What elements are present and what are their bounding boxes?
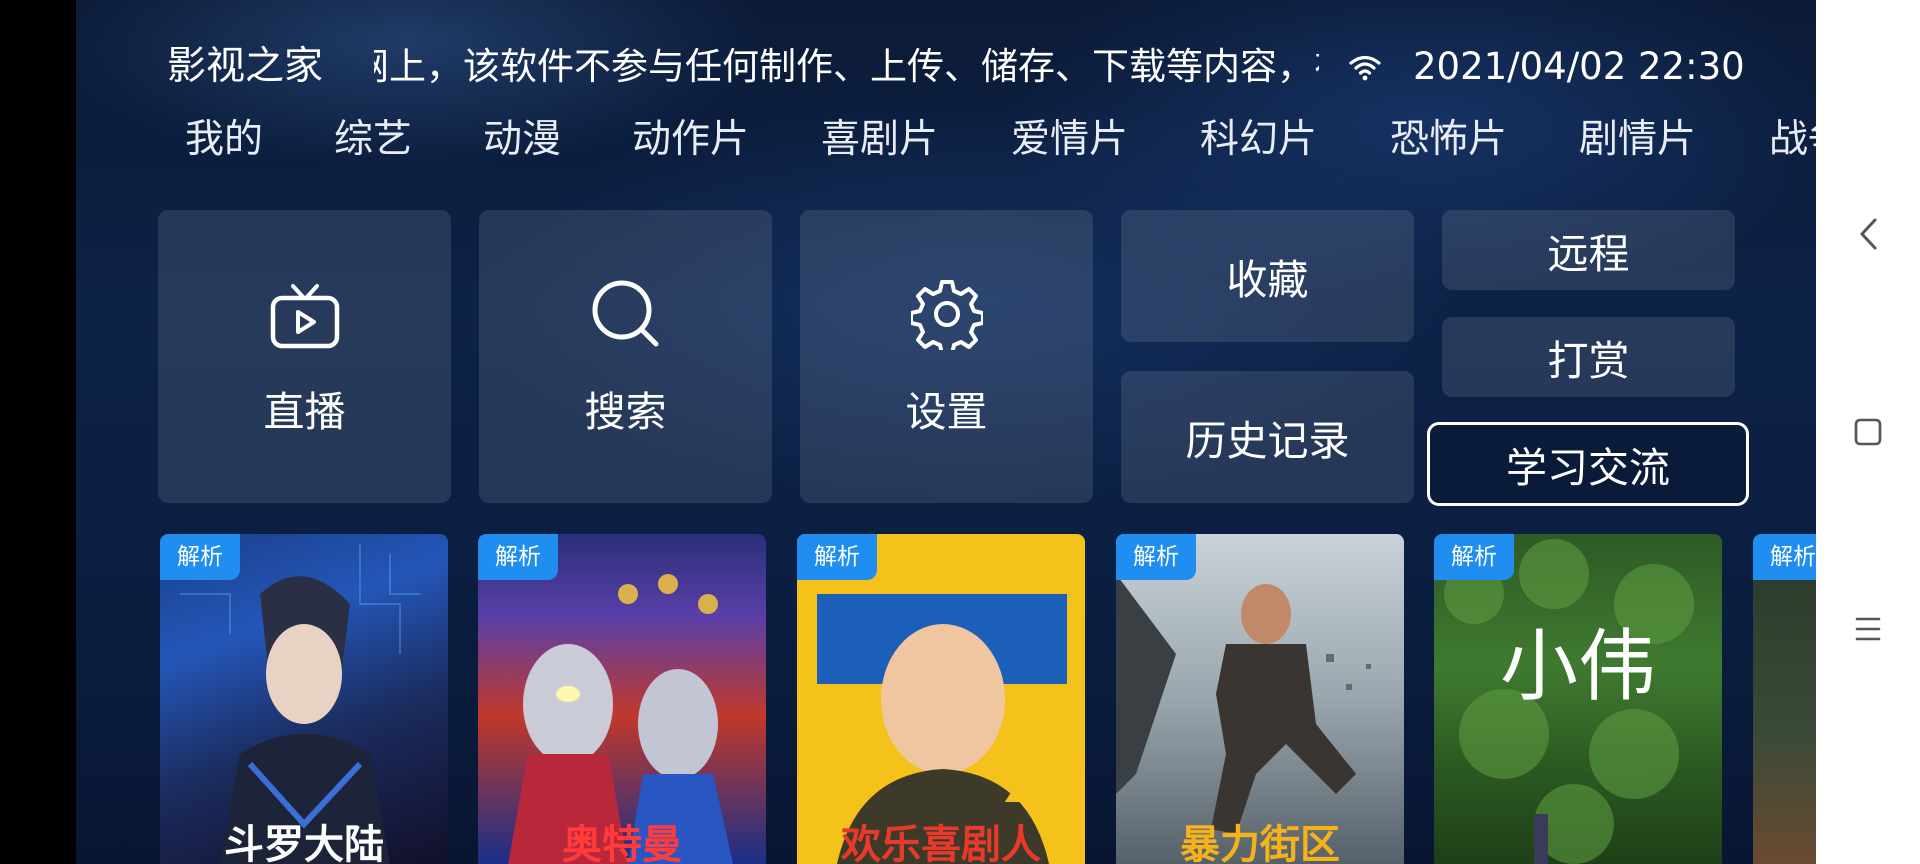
settings-tile[interactable]: 设置 — [800, 210, 1093, 503]
search-label: 搜索 — [584, 388, 667, 436]
community-tile[interactable]: 学习交流 — [1427, 422, 1749, 506]
poster-title: 斗罗大陆 — [224, 822, 384, 864]
tab-mine[interactable]: 我的 — [185, 112, 263, 168]
notice-marquee: 网上，该软件不参与任何制作、上传、储存、下载等内容，视 — [374, 42, 1319, 94]
tab-romance[interactable]: 爱情片 — [1011, 112, 1128, 168]
home-button[interactable] — [1846, 410, 1890, 454]
poster-card[interactable]: 解析 7 欢乐喜剧人 — [797, 534, 1085, 864]
favorites-tile[interactable]: 收藏 — [1121, 210, 1414, 342]
gear-icon — [910, 280, 983, 350]
parse-badge: 解析 — [1116, 534, 1196, 580]
poster-title: 暴力街区 — [1180, 822, 1340, 864]
clock: 2021/04/02 22:30 — [1413, 45, 1745, 88]
poster-card[interactable]: 解析 奥特曼 — [478, 534, 766, 864]
tab-anime[interactable]: 动漫 — [483, 112, 561, 168]
tab-drama[interactable]: 剧情片 — [1579, 112, 1696, 168]
live-label: 直播 — [263, 388, 346, 436]
poster-digit: 7 — [997, 709, 1067, 826]
category-tabs: 我的 综艺 动漫 动作片 喜剧片 爱情片 科幻片 恐怖片 剧情片 战争片 — [76, 112, 1816, 172]
favorites-label: 收藏 — [1226, 256, 1309, 304]
tab-horror[interactable]: 恐怖片 — [1390, 112, 1507, 168]
remote-label: 远程 — [1547, 230, 1630, 278]
search-icon — [592, 280, 658, 347]
parse-badge: 解析 — [478, 534, 558, 580]
parse-badge: 解析 — [1753, 534, 1816, 580]
tab-variety[interactable]: 综艺 — [334, 112, 412, 168]
history-label: 历史记录 — [1185, 417, 1350, 465]
notice-text: 网上，该软件不参与任何制作、上传、储存、下载等内容，视 — [374, 45, 1319, 88]
live-tile[interactable]: 直播 — [158, 210, 451, 503]
menu-button[interactable] — [1846, 607, 1890, 651]
parse-badge: 解析 — [797, 534, 877, 580]
tab-scifi[interactable]: 科幻片 — [1200, 112, 1317, 168]
poster-card[interactable]: 解析 小伟 — [1434, 534, 1722, 864]
app-screen: 影视之家 网上，该软件不参与任何制作、上传、储存、下载等内容，视 2021/04… — [76, 0, 1816, 864]
tip-tile[interactable]: 打赏 — [1442, 317, 1735, 397]
poster-card[interactable]: 解析 — [1753, 534, 1816, 864]
poster-title: 欢乐喜剧人 — [841, 822, 1041, 864]
remote-tile[interactable]: 远程 — [1442, 210, 1735, 290]
poster-title: 奥特曼 — [562, 822, 682, 864]
tab-war[interactable]: 战争片 — [1769, 112, 1816, 168]
tip-label: 打赏 — [1547, 337, 1630, 385]
search-tile[interactable]: 搜索 — [479, 210, 772, 503]
poster-card[interactable]: 解析 暴力街区 — [1116, 534, 1404, 864]
app-title: 影视之家 — [167, 44, 324, 89]
home-square-icon — [1854, 418, 1882, 446]
back-chevron-icon — [1860, 218, 1877, 250]
community-label: 学习交流 — [1506, 444, 1670, 492]
settings-label: 设置 — [905, 388, 988, 436]
tab-action[interactable]: 动作片 — [632, 112, 749, 168]
tv-play-icon — [270, 284, 339, 349]
parse-badge: 解析 — [1434, 534, 1514, 580]
poster-card[interactable]: 解析 斗罗大陆 — [160, 534, 448, 864]
menu-lines-icon — [1855, 617, 1881, 641]
wifi-icon — [1349, 55, 1381, 81]
back-button[interactable] — [1846, 212, 1890, 256]
system-navigation-bar — [1816, 0, 1920, 864]
parse-badge: 解析 — [160, 534, 240, 580]
tab-comedy[interactable]: 喜剧片 — [821, 112, 938, 168]
history-tile[interactable]: 历史记录 — [1121, 371, 1414, 503]
poster-title: 小伟 — [1499, 622, 1656, 712]
